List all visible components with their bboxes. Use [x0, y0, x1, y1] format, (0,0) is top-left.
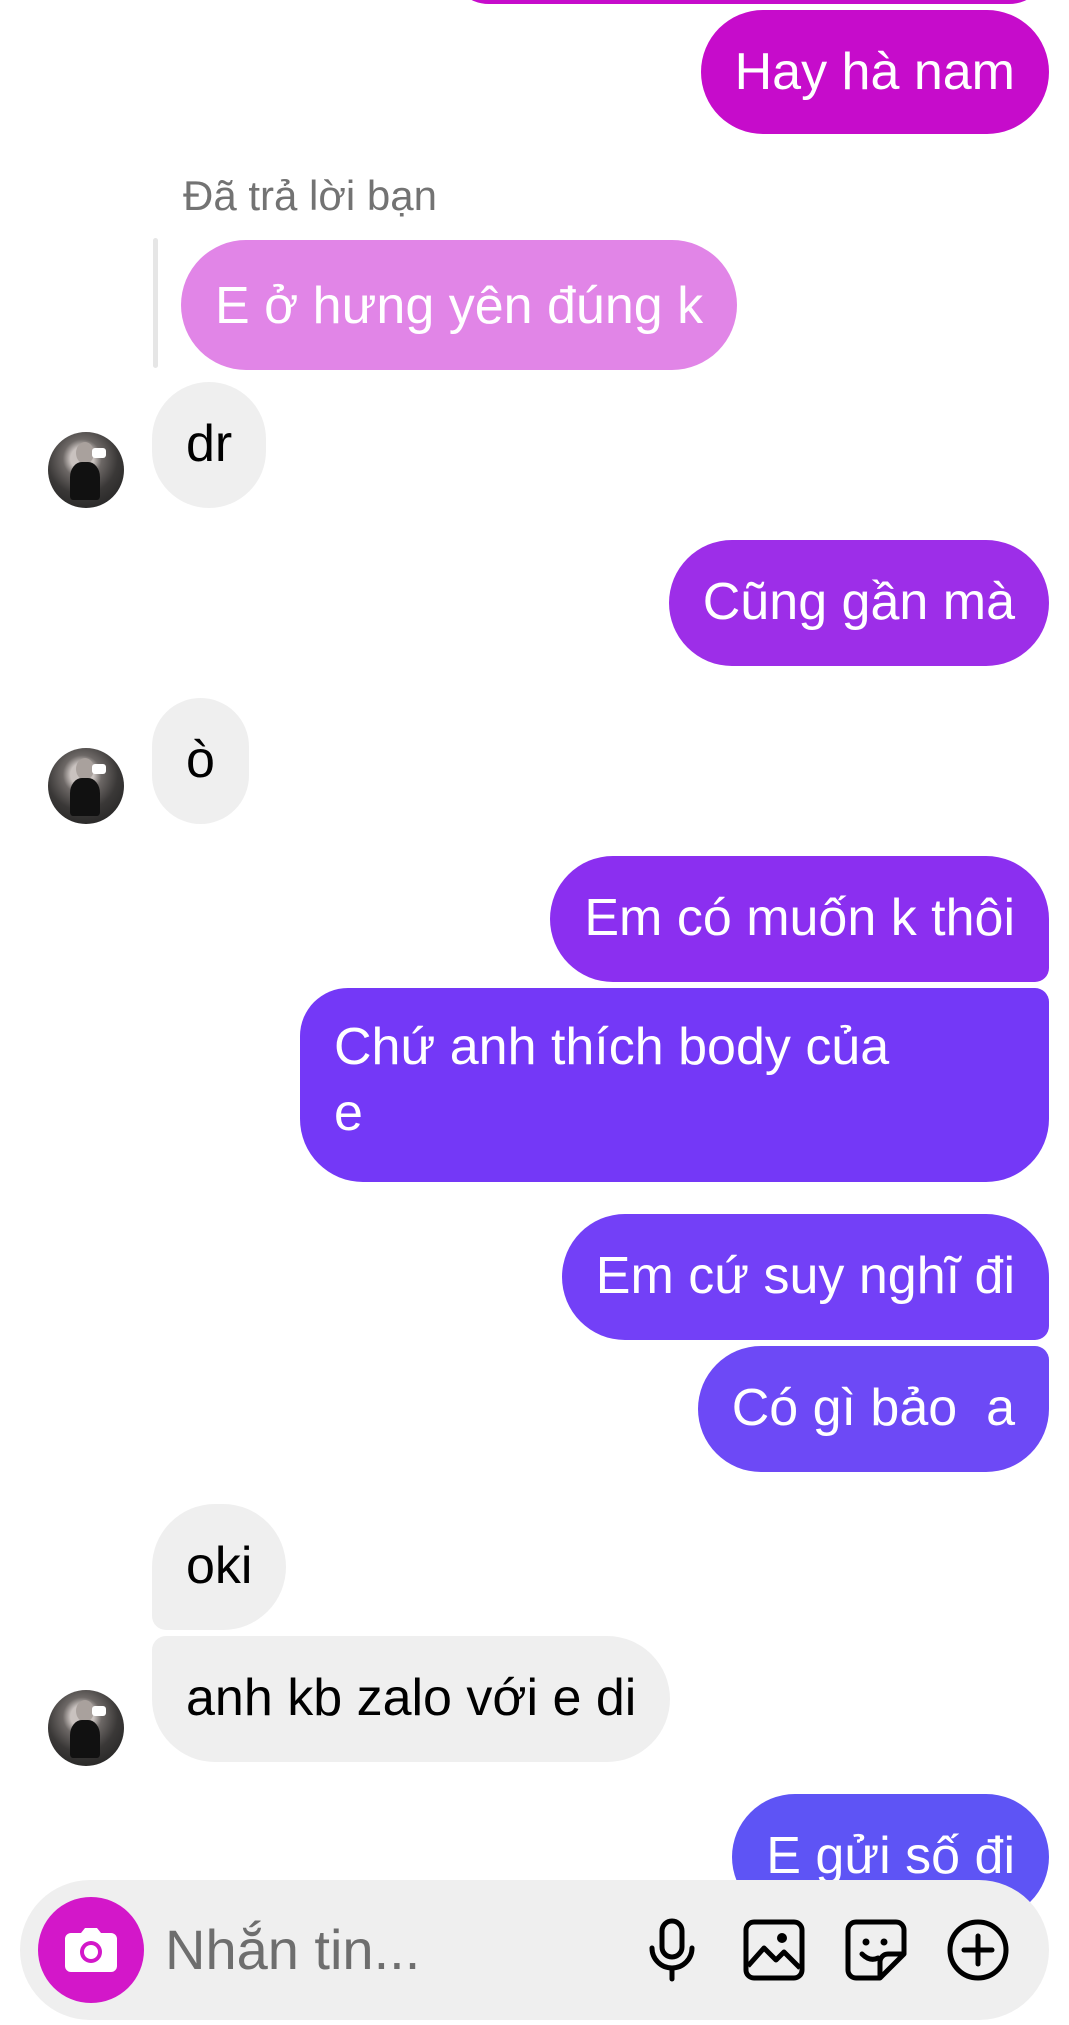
- outgoing-message[interactable]: Hay hà nam: [700, 10, 1049, 134]
- incoming-message[interactable]: anh kb zalo với e di: [152, 1636, 671, 1762]
- outgoing-message[interactable]: Em cứ suy nghĩ đi: [561, 1214, 1049, 1340]
- message-line: Chứ anh thích body của: [334, 1018, 890, 1076]
- message-composer: Nhắn tin...: [20, 1880, 1049, 2020]
- reply-context-label: Đã trả lời bạn: [183, 172, 437, 219]
- outgoing-message[interactable]: Cũng gần mà: [668, 540, 1049, 666]
- sticker-icon: [845, 1919, 907, 1981]
- incoming-message[interactable]: oki: [152, 1504, 287, 1630]
- contact-avatar[interactable]: [48, 432, 124, 508]
- incoming-message[interactable]: dr: [152, 382, 267, 508]
- outgoing-message[interactable]: Em có muốn k thôi: [550, 856, 1049, 982]
- outgoing-message[interactable]: Chứ anh thích body của e: [300, 988, 1049, 1182]
- quoted-message[interactable]: E ở hưng yên đúng k: [181, 240, 738, 370]
- contact-avatar[interactable]: [48, 1690, 124, 1766]
- contact-avatar[interactable]: [48, 748, 124, 824]
- reply-quote-bar: [153, 238, 158, 368]
- image-icon: [743, 1919, 805, 1981]
- message-line: e: [334, 1084, 363, 1142]
- message-input[interactable]: Nhắn tin...: [165, 1914, 420, 1986]
- message-bubble-clipped-top: [449, 0, 1049, 4]
- gallery-button[interactable]: [734, 1910, 814, 1990]
- camera-button[interactable]: [38, 1897, 144, 2003]
- incoming-message[interactable]: ò: [152, 698, 249, 824]
- camera-icon: [65, 1928, 117, 1972]
- plus-circle-icon: [947, 1919, 1009, 1981]
- voice-button[interactable]: [632, 1910, 712, 1990]
- sticker-button[interactable]: [836, 1910, 916, 1990]
- more-options-button[interactable]: [938, 1910, 1018, 1990]
- microphone-icon: [649, 1918, 695, 1982]
- outgoing-message[interactable]: Có gì bảo a: [697, 1346, 1049, 1472]
